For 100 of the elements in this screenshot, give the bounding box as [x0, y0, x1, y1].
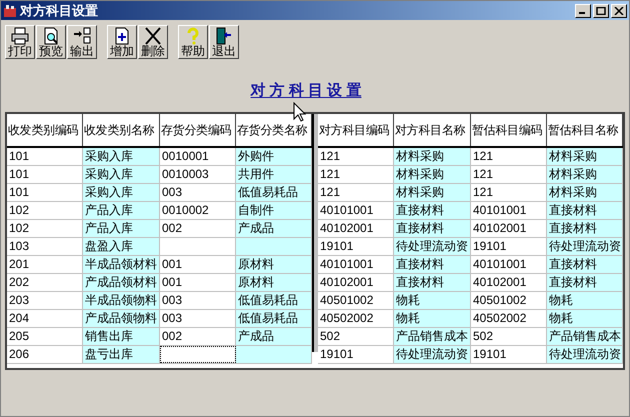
table-cell[interactable]: 102: [7, 220, 83, 236]
table-cell[interactable]: [236, 238, 312, 254]
table-cell[interactable]: 40102001: [471, 274, 547, 290]
table-cell[interactable]: 物耗: [547, 310, 623, 326]
table-cell[interactable]: 103: [7, 238, 83, 254]
table-cell[interactable]: 低值易耗品: [236, 292, 312, 308]
table-cell[interactable]: 19101: [318, 238, 394, 254]
table-cell[interactable]: 40102001: [318, 274, 394, 290]
column-header[interactable]: 对方科目名称: [394, 114, 471, 146]
table-cell[interactable]: 材料采购: [394, 148, 471, 164]
table-cell[interactable]: 002: [160, 328, 236, 344]
table-cell[interactable]: 低值易耗品: [236, 184, 312, 200]
table-cell[interactable]: [160, 346, 236, 362]
table-cell[interactable]: 物耗: [394, 292, 471, 308]
table-cell[interactable]: 待处理流动资: [394, 346, 471, 362]
table-cell[interactable]: 003: [160, 184, 236, 200]
table-cell[interactable]: 205: [7, 328, 83, 344]
table-cell[interactable]: 204: [7, 310, 83, 326]
table-cell[interactable]: 101: [7, 166, 83, 182]
column-header[interactable]: 暂估科目编码: [471, 114, 547, 146]
table-cell[interactable]: 502: [471, 328, 547, 344]
toolbar-button[interactable]: 帮助: [178, 25, 208, 59]
table-cell[interactable]: 102: [7, 202, 83, 218]
table-cell[interactable]: 材料采购: [547, 166, 623, 182]
table-cell[interactable]: [236, 346, 312, 362]
table-cell[interactable]: 直接材料: [394, 220, 471, 236]
table-cell[interactable]: 采购入库: [83, 148, 160, 164]
table-cell[interactable]: 物耗: [547, 292, 623, 308]
column-header[interactable]: 对方科目编码: [318, 114, 394, 146]
table-cell[interactable]: 203: [7, 292, 83, 308]
table-cell[interactable]: 40101001: [318, 202, 394, 218]
table-cell[interactable]: 121: [318, 166, 394, 182]
column-header[interactable]: 存货分类编码: [160, 114, 236, 146]
table-cell[interactable]: 0010002: [160, 202, 236, 218]
table-cell[interactable]: 40101001: [471, 256, 547, 272]
minimize-button[interactable]: [575, 4, 591, 18]
table-cell[interactable]: 001: [160, 274, 236, 290]
table-cell[interactable]: 101: [7, 148, 83, 164]
table-cell[interactable]: 201: [7, 256, 83, 272]
table-cell[interactable]: 202: [7, 274, 83, 290]
table-cell[interactable]: 40101001: [318, 256, 394, 272]
table-cell[interactable]: 共用件: [236, 166, 312, 182]
table-cell[interactable]: 外购件: [236, 148, 312, 164]
table-cell[interactable]: 产品销售成本: [394, 328, 471, 344]
column-header[interactable]: 暂估科目名称: [547, 114, 623, 146]
table-cell[interactable]: 121: [471, 184, 547, 200]
table-cell[interactable]: 003: [160, 292, 236, 308]
table-cell[interactable]: 002: [160, 220, 236, 236]
column-header[interactable]: 收发类别名称: [83, 114, 160, 146]
table-cell[interactable]: 40102001: [471, 220, 547, 236]
table-cell[interactable]: 121: [471, 148, 547, 164]
table-cell[interactable]: 材料采购: [547, 184, 623, 200]
table-cell[interactable]: 产成品领物料: [83, 310, 160, 326]
table-cell[interactable]: 产品销售成本: [547, 328, 623, 344]
toolbar-button[interactable]: 增加: [107, 25, 137, 59]
table-cell[interactable]: 自制件: [236, 202, 312, 218]
table-cell[interactable]: 40501002: [471, 292, 547, 308]
table-cell[interactable]: 盘亏出库: [83, 346, 160, 362]
table-cell[interactable]: 19101: [471, 238, 547, 254]
table-cell[interactable]: 产品入库: [83, 202, 160, 218]
table-cell[interactable]: 101: [7, 184, 83, 200]
table-cell[interactable]: 半成品领材料: [83, 256, 160, 272]
close-button[interactable]: [611, 4, 627, 18]
table-cell[interactable]: 206: [7, 346, 83, 362]
table-cell[interactable]: 40102001: [318, 220, 394, 236]
table-cell[interactable]: 直接材料: [394, 202, 471, 218]
toolbar-button[interactable]: 输出: [67, 25, 97, 59]
table-cell[interactable]: 40502002: [318, 310, 394, 326]
table-cell[interactable]: 产成品: [236, 220, 312, 236]
table-cell[interactable]: 40101001: [471, 202, 547, 218]
table-cell[interactable]: 材料采购: [547, 148, 623, 164]
table-cell[interactable]: 0010001: [160, 148, 236, 164]
table-cell[interactable]: 直接材料: [547, 274, 623, 290]
pane-splitter[interactable]: [312, 114, 318, 352]
table-cell[interactable]: 待处理流动资: [394, 238, 471, 254]
table-cell[interactable]: 盘盈入库: [83, 238, 160, 254]
table-cell[interactable]: 直接材料: [394, 256, 471, 272]
table-cell[interactable]: 19101: [318, 346, 394, 362]
table-cell[interactable]: 直接材料: [394, 274, 471, 290]
toolbar-button[interactable]: 预览: [36, 25, 66, 59]
toolbar-button[interactable]: 打印: [5, 25, 35, 59]
table-cell[interactable]: 502: [318, 328, 394, 344]
table-cell[interactable]: 001: [160, 256, 236, 272]
column-header[interactable]: 收发类别编码: [7, 114, 83, 146]
table-cell[interactable]: 121: [318, 148, 394, 164]
table-cell[interactable]: 121: [471, 166, 547, 182]
toolbar-button[interactable]: 退出: [209, 25, 239, 59]
table-cell[interactable]: 销售出库: [83, 328, 160, 344]
table-cell[interactable]: 待处理流动资: [547, 346, 623, 362]
table-cell[interactable]: 产成品领材料: [83, 274, 160, 290]
table-cell[interactable]: 40502002: [471, 310, 547, 326]
table-cell[interactable]: 材料采购: [394, 184, 471, 200]
table-cell[interactable]: 低值易耗品: [236, 310, 312, 326]
table-cell[interactable]: 采购入库: [83, 166, 160, 182]
table-cell[interactable]: 原材料: [236, 274, 312, 290]
table-cell[interactable]: 0010003: [160, 166, 236, 182]
table-cell[interactable]: 待处理流动资: [547, 238, 623, 254]
table-cell[interactable]: 产品入库: [83, 220, 160, 236]
table-cell[interactable]: 19101: [471, 346, 547, 362]
table-cell[interactable]: 直接材料: [547, 220, 623, 236]
